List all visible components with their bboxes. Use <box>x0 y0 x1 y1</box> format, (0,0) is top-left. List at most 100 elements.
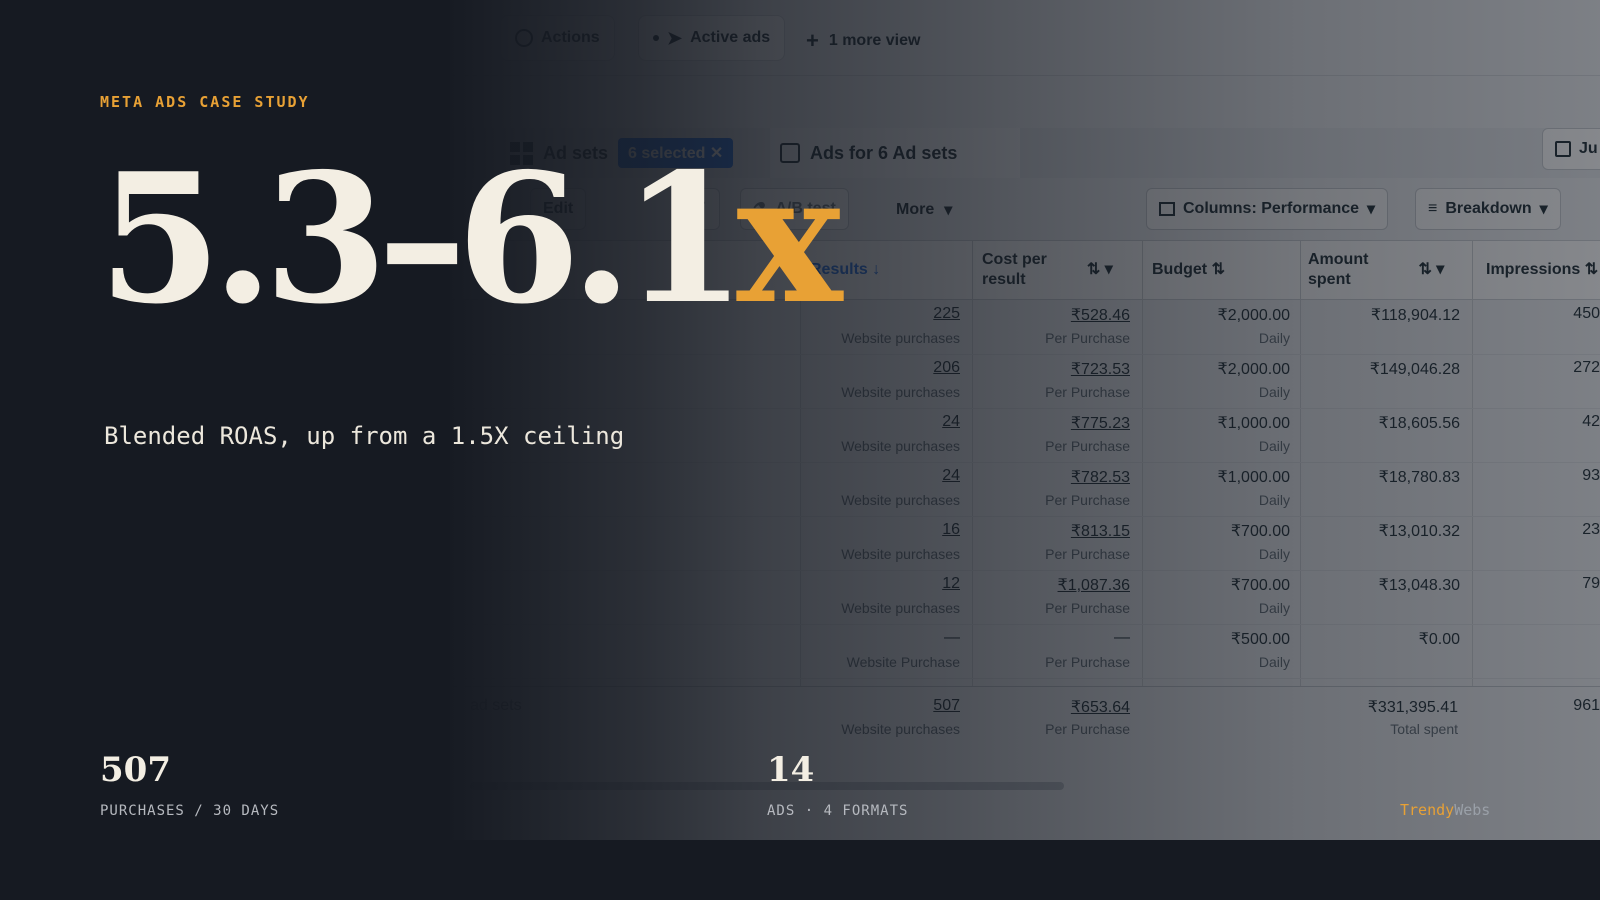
budget-header-label: Budget <box>1152 261 1208 278</box>
dot-icon <box>653 35 659 41</box>
impressions-header-label: Impressions <box>1486 261 1581 278</box>
row-results[interactable]: 16 <box>790 521 960 539</box>
caret-down-icon: ▾ <box>1367 201 1376 218</box>
actions-label: Actions <box>541 29 600 46</box>
sort-icon: ⇅ ▾ <box>1086 261 1113 278</box>
row-budget: ₹1,000.00 <box>1217 469 1290 486</box>
actions-icon <box>515 29 533 47</box>
row-results-sub: Website purchases <box>841 600 960 616</box>
columns-label: Columns: Performance <box>1183 200 1360 217</box>
table-row-divider <box>450 408 1600 409</box>
headline-subtitle: Blended ROAS, up from a 1.5X ceiling <box>104 422 625 450</box>
brand-part1: Trendy <box>1400 801 1455 819</box>
ads-manager-background: Actions ➤ Active ads + 1 more view Ad se… <box>450 0 1600 840</box>
row-amount-spent: ₹13,010.32 <box>1378 523 1460 540</box>
totals-cost[interactable]: ₹653.64 <box>980 697 1130 717</box>
row-cost-per-result[interactable]: ₹1,087.36 <box>970 575 1130 595</box>
row-budget-sub: Daily <box>1258 330 1290 346</box>
calendar-icon <box>1555 141 1571 157</box>
row-results[interactable]: 12 <box>790 575 960 593</box>
arrow-down-icon: ↓ <box>872 261 881 278</box>
row-budget-sub: Daily <box>1258 546 1290 562</box>
row-results-sub: Website purchases <box>841 384 960 400</box>
row-amount-spent: ₹118,904.12 <box>1370 307 1460 324</box>
row-cost-per-result[interactable]: ₹528.46 <box>970 305 1130 325</box>
row-cost-sub: Per Purchase <box>1045 330 1130 346</box>
sort-icon: ⇅ ▾ <box>1418 261 1445 278</box>
row-cost-per-result[interactable]: ₹813.15 <box>970 521 1130 541</box>
active-ads-view-tab[interactable]: ➤ Active ads <box>638 15 786 61</box>
row-amount-spent: ₹13,048.30 <box>1378 577 1460 594</box>
stat-value: 14 <box>767 750 815 790</box>
columns-button[interactable]: Columns: Performance ▾ <box>1146 188 1389 230</box>
breakdown-button[interactable]: ≡ Breakdown ▾ <box>1415 188 1561 230</box>
row-budget: ₹700.00 <box>1230 523 1290 540</box>
cost-header-line2: result <box>982 271 1026 288</box>
row-budget-sub: Daily <box>1258 492 1290 508</box>
row-amount-spent: ₹149,046.28 <box>1369 361 1460 378</box>
row-budget: ₹700.00 <box>1230 577 1290 594</box>
breakdown-icon: ≡ <box>1428 200 1438 217</box>
row-budget: ₹500.00 <box>1230 631 1290 648</box>
more-button[interactable]: More ▾ <box>896 200 952 220</box>
more-views-button[interactable]: + 1 more view <box>806 28 920 54</box>
row-results-sub: Website purchases <box>841 492 960 508</box>
totals-spent-sub: Total spent <box>1390 721 1458 737</box>
row-results-sub: Website Purchase <box>846 654 960 670</box>
headline-main: 5.3–6.1 <box>98 134 746 343</box>
totals-results[interactable]: 507 <box>810 697 960 715</box>
column-header-cost-per-result[interactable]: Cost per result ⇅ ▾ <box>982 240 1132 300</box>
table-row-divider <box>450 678 1600 679</box>
row-results[interactable]: 24 <box>790 413 960 431</box>
column-header-amount-spent[interactable]: Amount spent ⇅ ▾ <box>1308 240 1468 300</box>
eyebrow-label: META ADS CASE STUDY <box>100 93 310 111</box>
stat-ads: 14 <box>767 750 814 790</box>
column-header-budget[interactable]: Budget ⇅ <box>1152 240 1302 300</box>
row-budget-sub: Daily <box>1258 384 1290 400</box>
row-results-sub: Website purchases <box>841 546 960 562</box>
totals-label: ad sets <box>470 697 522 714</box>
row-impressions: 93 <box>1582 467 1600 484</box>
table-row-divider <box>450 462 1600 463</box>
plus-icon: + <box>806 28 819 53</box>
cost-header-line1: Cost per <box>982 251 1047 268</box>
table-row-divider <box>450 624 1600 625</box>
row-cost-sub: Per Purchase <box>1045 438 1130 454</box>
row-budget: ₹2,000.00 <box>1217 361 1290 378</box>
table-row-divider <box>450 354 1600 355</box>
more-label: More <box>896 201 935 218</box>
stat-value: 507 <box>100 750 171 790</box>
row-budget-sub: Daily <box>1258 438 1290 454</box>
active-ads-label: Active ads <box>690 29 771 46</box>
row-results[interactable]: 206 <box>790 359 960 377</box>
date-range-button[interactable]: Ju <box>1542 128 1600 170</box>
row-cost-per-result[interactable]: ₹775.23 <box>970 413 1130 433</box>
column-header-results[interactable]: Results ↓ <box>810 240 970 300</box>
caret-down-icon: ▾ <box>1539 201 1548 218</box>
totals-results-sub: Website purchases <box>841 721 960 737</box>
row-cost-sub: Per Purchase <box>1045 600 1130 616</box>
send-icon: ➤ <box>667 27 683 48</box>
actions-button[interactable]: Actions <box>500 15 615 61</box>
row-results-sub: Website purchases <box>841 438 960 454</box>
row-results: — <box>944 629 960 646</box>
table-row-divider <box>450 516 1600 517</box>
row-impressions: 42 <box>1582 413 1600 430</box>
row-cost-per-result[interactable]: ₹782.53 <box>970 467 1130 487</box>
row-budget: ₹2,000.00 <box>1217 307 1290 324</box>
totals-cost-sub: Per Purchase <box>1045 721 1130 737</box>
totals-spent: ₹331,395.41 <box>1367 699 1458 716</box>
sort-icon: ⇅ <box>1211 261 1225 278</box>
row-cost-per-result: — <box>1114 629 1130 646</box>
spent-header-line2: spent <box>1308 271 1351 288</box>
more-views-label: 1 more view <box>828 32 921 49</box>
row-results[interactable]: 24 <box>790 467 960 485</box>
headline-roas: 5.3–6.1x <box>98 150 842 328</box>
row-cost-per-result[interactable]: ₹723.53 <box>970 359 1130 379</box>
column-header-impressions[interactable]: Impressions ⇅ <box>1486 240 1600 300</box>
row-impressions: 450 <box>1573 305 1600 322</box>
headline-suffix: x <box>736 134 842 343</box>
row-budget-sub: Daily <box>1258 654 1290 670</box>
sort-icon: ⇅ <box>1584 261 1599 278</box>
row-impressions: 79 <box>1582 575 1600 592</box>
